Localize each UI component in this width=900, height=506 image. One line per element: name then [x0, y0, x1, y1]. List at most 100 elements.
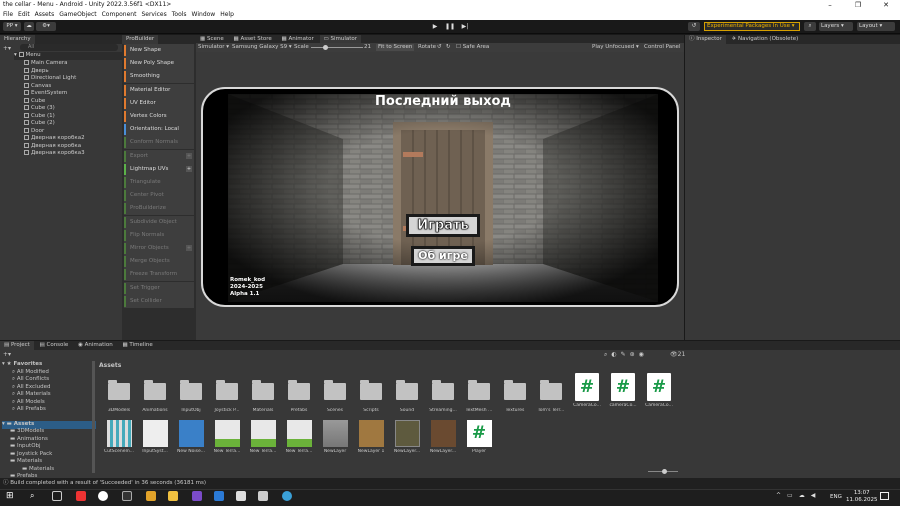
project-asset[interactable]: NewLayer 1	[356, 420, 386, 454]
favorite-item[interactable]: ⌕ All Prefabs	[2, 406, 96, 414]
notifications-icon[interactable]	[880, 492, 889, 500]
folder-asset[interactable]: 3DModels	[104, 378, 134, 413]
folder-tree-item[interactable]: ▬ Joystick Pack	[8, 451, 96, 459]
unity-editor-icon[interactable]	[258, 491, 268, 501]
project-asset[interactable]: # Player	[464, 420, 494, 454]
hierarchy-item[interactable]: Дверная коробка3	[24, 150, 120, 158]
probuilder-tool-button[interactable]: Freeze Transform	[124, 268, 194, 282]
steam-icon[interactable]	[146, 491, 156, 501]
menu-file[interactable]: File	[3, 10, 13, 20]
folder-asset[interactable]: TextMesh ...	[464, 378, 494, 413]
hierarchy-item[interactable]: Canvas	[24, 82, 120, 91]
icon-size-handle[interactable]	[662, 469, 667, 474]
pause-button[interactable]: ❚❚	[445, 22, 455, 31]
hierarchy-scene-menu[interactable]: ▾ Menu	[14, 52, 122, 60]
game-screen[interactable]: Последний выход Играть Об игре Romek_kod…	[228, 94, 658, 302]
about-game-button[interactable]: Об игре	[411, 246, 475, 266]
yandex-icon[interactable]	[76, 491, 86, 501]
folder-asset[interactable]: Textures	[500, 378, 530, 413]
probuilder-tool-button[interactable]: Merge Objects	[124, 255, 194, 269]
menu-component[interactable]: Component	[102, 10, 137, 20]
menu-gameobject[interactable]: GameObject	[59, 10, 96, 20]
visual-studio-icon[interactable]	[192, 491, 202, 501]
menu-assets[interactable]: Assets	[35, 10, 55, 20]
status-bar[interactable]: ⓘ Build completed with a result of 'Succ…	[0, 478, 900, 489]
script-asset[interactable]: # cameraCo...	[608, 373, 638, 413]
project-asset[interactable]: InputSyst...	[140, 420, 170, 454]
folder-asset[interactable]: Tom's Terr...	[536, 378, 566, 413]
windows-start-icon[interactable]: ⊞	[6, 492, 15, 501]
layout-dropdown[interactable]: Layout ▾	[857, 22, 895, 31]
language-indicator[interactable]: ENG	[830, 494, 842, 500]
menu-help[interactable]: Help	[220, 10, 234, 20]
probuilder-tool-button[interactable]: Vertex Colors	[124, 110, 194, 123]
probuilder-tool-button[interactable]: ProBuilderize	[124, 202, 194, 216]
folder-tree-item[interactable]: ▬ Animations	[8, 436, 96, 444]
store-icon[interactable]	[214, 491, 224, 501]
options-icon[interactable]: +	[186, 165, 192, 172]
experimental-packages-badge[interactable]: Experimental Packages In Use ▾	[704, 22, 800, 31]
folder-asset[interactable]: Animations	[140, 378, 170, 413]
folder-asset[interactable]: Materials	[248, 378, 278, 413]
hierarchy-item[interactable]: Cube	[24, 97, 120, 106]
simulator-mode-dropdown[interactable]: Simulator ▾	[198, 43, 229, 52]
probuilder-tool-button[interactable]: Orientation: Local	[124, 123, 194, 137]
project-asset[interactable]: New Terra...	[248, 420, 278, 454]
folder-tree-item[interactable]: ▬ 3DModels	[8, 428, 96, 436]
favorite-item[interactable]: ⌕ All Excluded	[2, 384, 96, 392]
folder-asset[interactable]: Prefabs	[284, 378, 314, 413]
script-asset[interactable]: # CameraCo...	[572, 373, 602, 413]
folder-asset[interactable]: Joystick P...	[212, 378, 242, 413]
hierarchy-search-input[interactable]: All	[20, 44, 118, 51]
collab-icon[interactable]: ⚙▾	[36, 22, 56, 31]
step-button[interactable]: ▶|	[460, 22, 470, 31]
project-asset[interactable]: CutSceneIn...	[104, 420, 134, 454]
browser-icon[interactable]	[98, 491, 108, 501]
folder-tree-item[interactable]: ▬ Materials	[8, 466, 96, 474]
hierarchy-item[interactable]: Дверная коробка2	[24, 135, 120, 143]
app-icon[interactable]	[122, 491, 132, 501]
hierarchy-add-button[interactable]: +▾	[3, 45, 11, 52]
project-asset[interactable]: NewLayer...	[428, 420, 458, 454]
tab-project[interactable]: ▤ Project	[0, 341, 34, 350]
rotate-left-icon[interactable]: ↺	[437, 43, 442, 52]
menu-edit[interactable]: Edit	[18, 10, 30, 20]
close-button[interactable]: ✕	[872, 0, 900, 10]
favorites-header[interactable]: ▾ ★ Favorites	[2, 361, 96, 369]
favorite-item[interactable]: ⌕ All Models	[2, 399, 96, 407]
script-asset[interactable]: # CameraCo...	[644, 373, 674, 413]
clock[interactable]: 13:07 11.06.2025	[846, 490, 878, 504]
folder-asset[interactable]: Scripts	[356, 378, 386, 413]
hierarchy-item[interactable]: Дверная коробка	[24, 142, 120, 151]
probuilder-tool-button[interactable]: Lightmap UVs +	[124, 162, 194, 176]
unity-hub-icon[interactable]	[236, 491, 246, 501]
minimize-button[interactable]: –	[816, 0, 844, 10]
layers-dropdown[interactable]: Layers ▾	[819, 22, 853, 31]
menu-tools[interactable]: Tools	[172, 10, 187, 20]
probuilder-tool-button[interactable]: Center Pivot	[124, 189, 194, 203]
maximize-button[interactable]: ❐	[844, 0, 872, 10]
hierarchy-item[interactable]: EventSystem	[24, 90, 120, 98]
menu-window[interactable]: Window	[192, 10, 216, 20]
hierarchy-item[interactable]: Cube (3)	[24, 105, 120, 113]
probuilder-tool-button[interactable]: Set Trigger	[124, 281, 194, 295]
scale-slider-handle[interactable]	[323, 45, 328, 50]
play-game-button[interactable]: Играть	[406, 214, 480, 237]
tab-hierarchy[interactable]: Hierarchy	[0, 35, 35, 44]
play-focus-dropdown[interactable]: Play Unfocused ▾	[592, 43, 639, 52]
rotate-right-icon[interactable]: ↻	[446, 43, 451, 52]
favorite-item[interactable]: ⌕ All Conflicts	[2, 376, 96, 384]
folder-asset[interactable]: Scenes	[320, 378, 350, 413]
folder-asset[interactable]: Streaming...	[428, 378, 458, 413]
probuilder-tool-button[interactable]: Export +	[124, 149, 194, 163]
probuilder-tool-button[interactable]: Flip Normals	[124, 228, 194, 242]
options-icon[interactable]: +	[186, 245, 192, 251]
probuilder-tool-button[interactable]: Triangulate	[124, 176, 194, 189]
tree-scrollbar[interactable]	[92, 361, 95, 473]
file-explorer-icon[interactable]	[168, 491, 178, 501]
cloud-icon[interactable]: ☁	[24, 22, 34, 31]
tab-inspector[interactable]: ⓘ Inspector	[685, 35, 726, 44]
safe-area-toggle[interactable]: ☐ Safe Area	[456, 43, 489, 52]
folder-asset[interactable]: InputObj	[176, 378, 206, 413]
probuilder-tool-button[interactable]: Mirror Objects +	[124, 242, 194, 255]
